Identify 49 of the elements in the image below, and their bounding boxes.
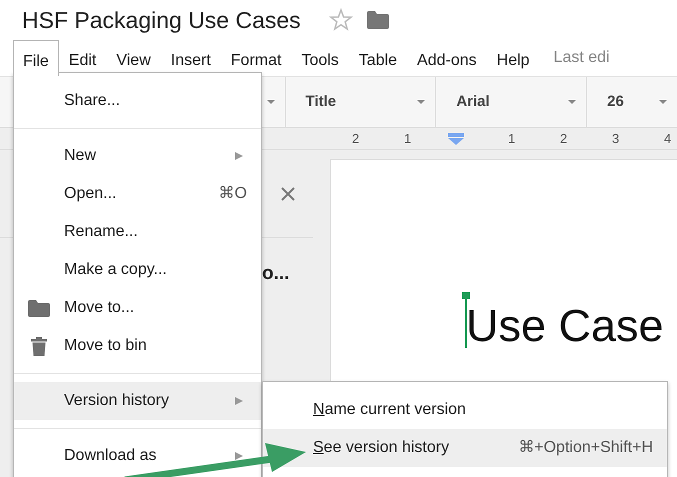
ruler-number: 1 xyxy=(404,130,412,148)
outline-heading[interactable]: o... xyxy=(262,263,290,284)
last-edit-link[interactable]: Last edi xyxy=(540,40,610,74)
caret-icon xyxy=(659,100,667,104)
menu-item[interactable]: File xyxy=(13,40,59,76)
ruler-number: 4 xyxy=(664,130,672,148)
menu-item[interactable]: Table xyxy=(348,40,408,74)
ruler-number: 2 xyxy=(560,130,568,148)
caret-icon[interactable] xyxy=(266,100,275,104)
dropdown[interactable]: Arial xyxy=(436,77,588,127)
menu-item[interactable]: Edit xyxy=(58,40,106,74)
star-icon[interactable] xyxy=(328,8,353,32)
menu-item[interactable]: View xyxy=(106,40,161,74)
menu-item[interactable]: Move to... xyxy=(14,289,261,327)
ruler-number: 2 xyxy=(352,130,360,148)
dropdown[interactable]: Title xyxy=(286,77,436,127)
submenu-arrow-icon xyxy=(235,152,243,160)
menu-item[interactable]: Make a copy... xyxy=(14,251,261,289)
ruler-number: 3 xyxy=(612,130,620,148)
menu-item[interactable]: Share... xyxy=(14,82,261,120)
menu-item[interactable]: Insert xyxy=(160,40,221,74)
menu-item[interactable]: New xyxy=(14,137,261,175)
close-icon[interactable] xyxy=(281,186,295,200)
submenu-arrow-icon xyxy=(235,397,243,405)
menu-item[interactable]: See version history ⌘+Option+Shift+H xyxy=(263,429,667,467)
menu-item[interactable]: Rename... xyxy=(14,213,261,251)
folder-icon[interactable] xyxy=(366,11,389,29)
menu-item[interactable]: Tools xyxy=(291,40,349,74)
document-text: Use Case xyxy=(466,299,665,353)
trash-icon xyxy=(31,336,47,356)
shortcut-text: ⌘+Option+Shift+H xyxy=(518,438,653,458)
indent-marker-icon[interactable] xyxy=(448,132,464,144)
dropdown[interactable]: 26 xyxy=(587,77,677,127)
menu-item[interactable]: Name current version xyxy=(263,391,667,429)
caret-icon xyxy=(417,100,426,104)
menu-item[interactable]: Help xyxy=(486,40,540,74)
menu-item[interactable]: Download as xyxy=(14,437,261,475)
menu-item[interactable]: Version history xyxy=(14,382,261,420)
menu-item[interactable]: Format xyxy=(220,40,292,74)
menu-item[interactable]: Move to bin xyxy=(14,327,261,365)
caret-icon xyxy=(568,100,576,104)
document-title: HSF Packaging Use Cases xyxy=(22,6,301,35)
menu-item[interactable]: Add-ons xyxy=(407,40,487,74)
text-cursor xyxy=(462,292,470,348)
folder-icon xyxy=(28,300,50,316)
ruler-number: 1 xyxy=(508,130,516,148)
menu-item[interactable]: Open... ⌘O xyxy=(14,175,261,213)
shortcut-text: ⌘O xyxy=(218,184,247,204)
submenu-arrow-icon xyxy=(235,452,243,460)
